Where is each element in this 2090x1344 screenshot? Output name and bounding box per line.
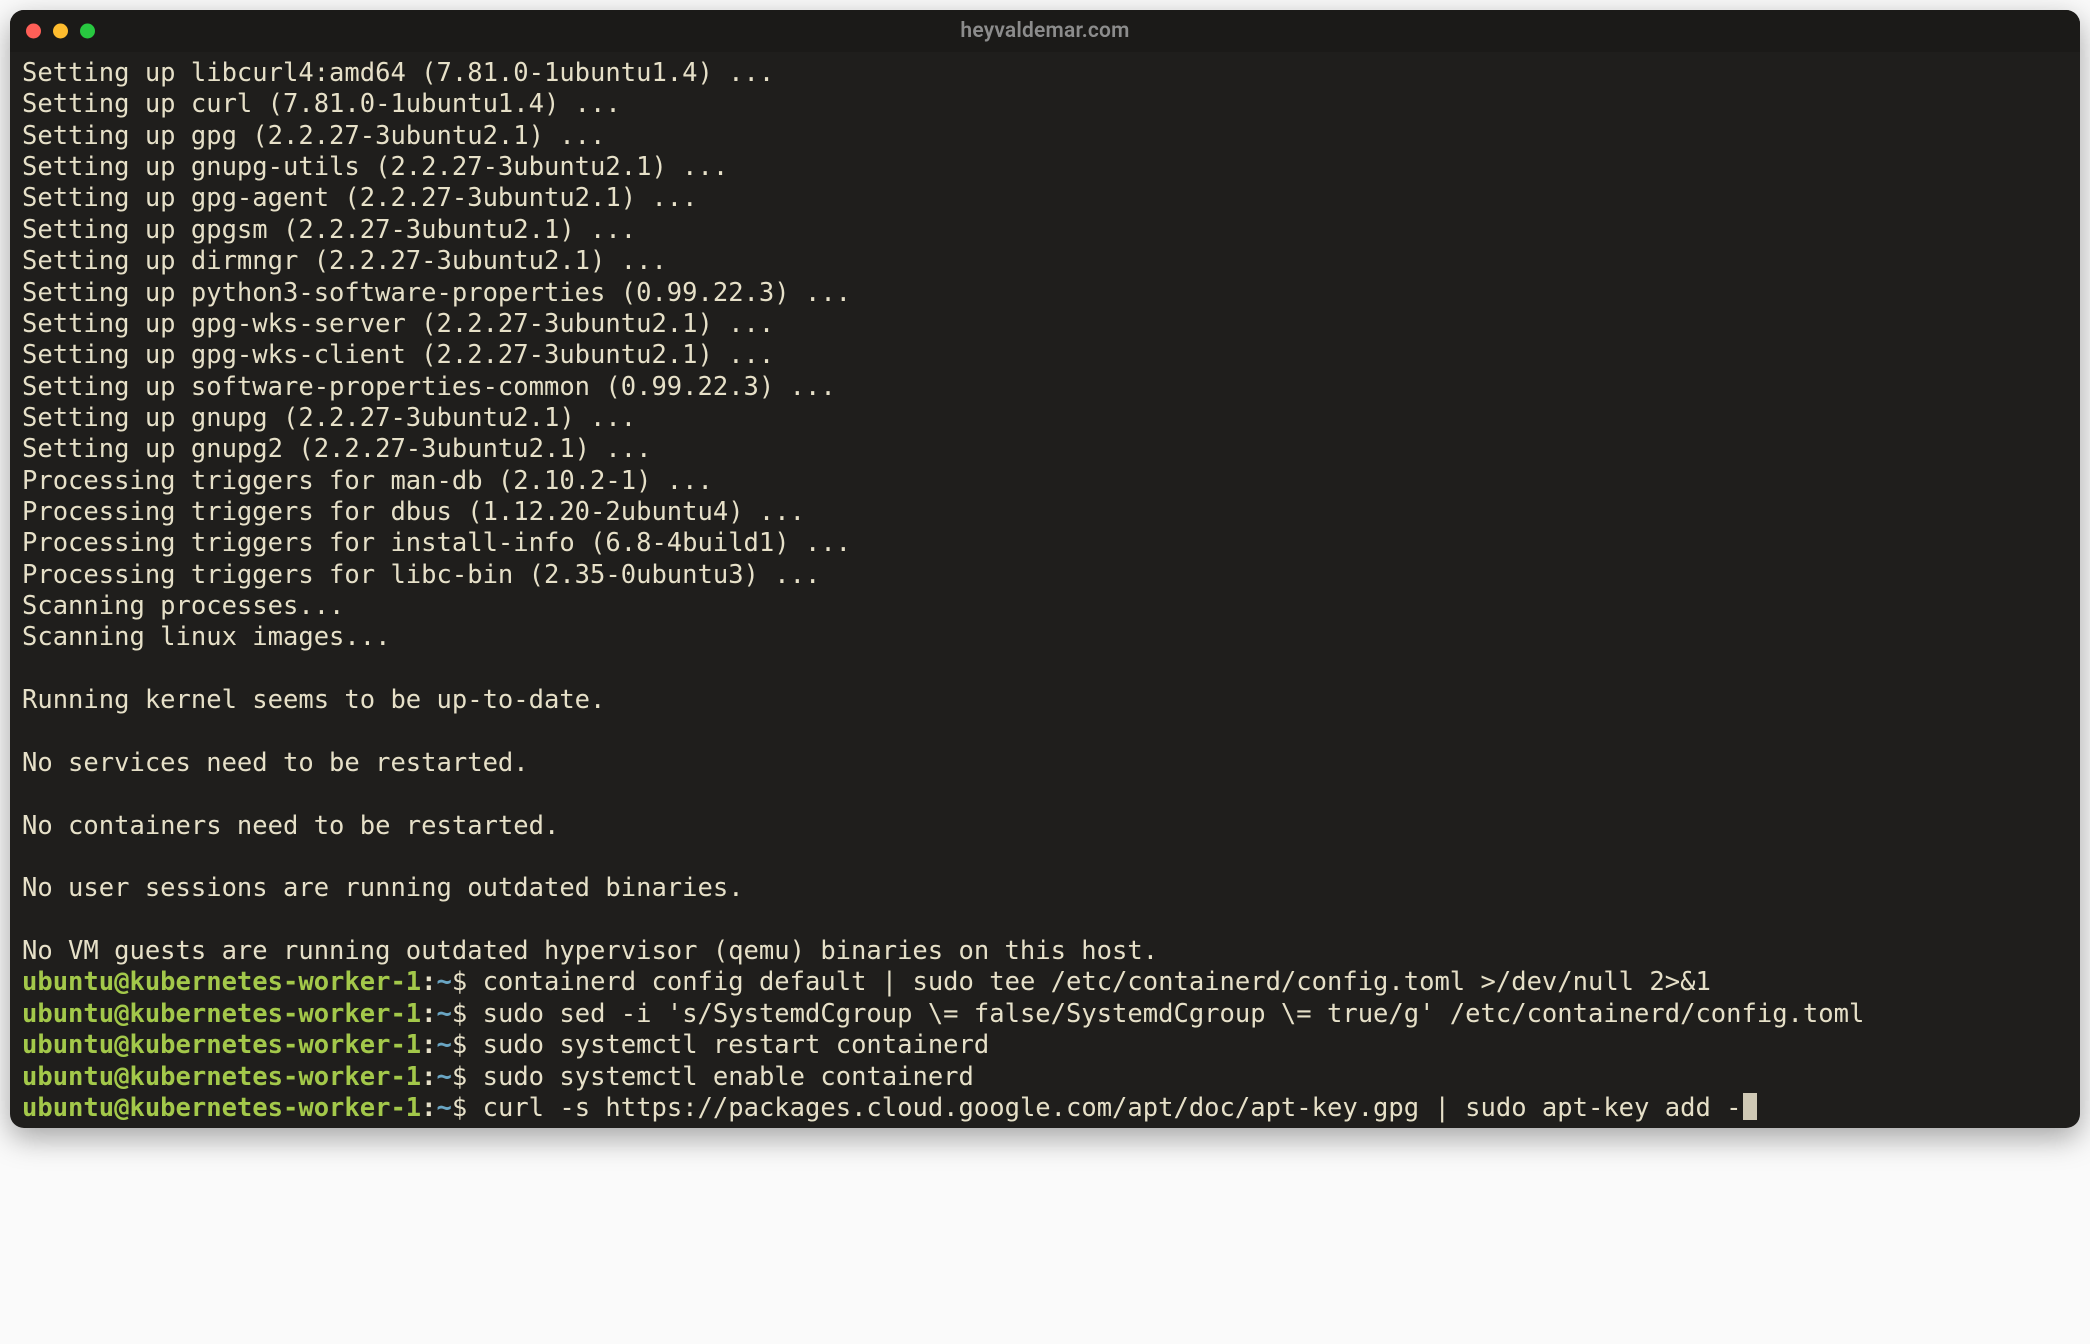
output-line: Setting up gpg-wks-server (2.2.27-3ubunt… <box>22 309 2068 340</box>
output-line: Setting up dirmngr (2.2.27-3ubuntu2.1) .… <box>22 246 2068 277</box>
prompt-colon: : <box>421 1062 436 1092</box>
output-line <box>22 717 2068 748</box>
prompt-path: ~ <box>437 1093 452 1123</box>
prompt-path: ~ <box>437 999 452 1029</box>
prompt-path: ~ <box>437 1030 452 1060</box>
output-line <box>22 654 2068 685</box>
command-text[interactable]: sudo sed -i 's/SystemdCgroup \= false/Sy… <box>483 999 1865 1029</box>
output-line: Scanning processes... <box>22 591 2068 622</box>
output-line: Setting up gpg (2.2.27-3ubuntu2.1) ... <box>22 121 2068 152</box>
prompt-line: ubuntu@kubernetes-worker-1:~$ sudo syste… <box>22 1062 2068 1093</box>
output-line: Setting up libcurl4:amd64 (7.81.0-1ubunt… <box>22 58 2068 89</box>
command-text[interactable]: curl -s https://packages.cloud.google.co… <box>483 1093 1742 1123</box>
prompt-colon: : <box>421 967 436 997</box>
command-text[interactable]: sudo systemctl enable containerd <box>483 1062 974 1092</box>
prompt-userhost: ubuntu@kubernetes-worker-1 <box>22 1093 421 1123</box>
command-text[interactable]: sudo systemctl restart containerd <box>483 1030 990 1060</box>
prompt-userhost: ubuntu@kubernetes-worker-1 <box>22 967 421 997</box>
cursor-block <box>1743 1093 1757 1120</box>
prompt-line: ubuntu@kubernetes-worker-1:~$ sudo syste… <box>22 1030 2068 1061</box>
prompt-line: ubuntu@kubernetes-worker-1:~$ containerd… <box>22 967 2068 998</box>
prompt-dollar: $ <box>452 1030 483 1060</box>
output-line: Scanning linux images... <box>22 622 2068 653</box>
traffic-lights <box>26 24 95 39</box>
output-line: Processing triggers for install-info (6.… <box>22 528 2068 559</box>
prompt-line: ubuntu@kubernetes-worker-1:~$ curl -s ht… <box>22 1093 2068 1124</box>
output-line: Processing triggers for man-db (2.10.2-1… <box>22 466 2068 497</box>
output-line <box>22 842 2068 873</box>
output-line: Setting up gnupg2 (2.2.27-3ubuntu2.1) ..… <box>22 434 2068 465</box>
output-line: Running kernel seems to be up-to-date. <box>22 685 2068 716</box>
prompt-userhost: ubuntu@kubernetes-worker-1 <box>22 1030 421 1060</box>
output-line: Setting up gnupg-utils (2.2.27-3ubuntu2.… <box>22 152 2068 183</box>
output-line: Setting up gpg-wks-client (2.2.27-3ubunt… <box>22 340 2068 371</box>
output-line: Setting up curl (7.81.0-1ubuntu1.4) ... <box>22 89 2068 120</box>
prompt-colon: : <box>421 999 436 1029</box>
output-line: No user sessions are running outdated bi… <box>22 873 2068 904</box>
zoom-icon[interactable] <box>80 24 95 39</box>
prompt-dollar: $ <box>452 1062 483 1092</box>
output-line: Setting up gpgsm (2.2.27-3ubuntu2.1) ... <box>22 215 2068 246</box>
prompt-dollar: $ <box>452 999 483 1029</box>
prompt-dollar: $ <box>452 967 483 997</box>
prompt-userhost: ubuntu@kubernetes-worker-1 <box>22 999 421 1029</box>
command-text[interactable]: containerd config default | sudo tee /et… <box>483 967 1711 997</box>
prompt-path: ~ <box>437 1062 452 1092</box>
output-line: Setting up software-properties-common (0… <box>22 372 2068 403</box>
window-title: heyvaldemar.com <box>960 19 1129 43</box>
output-line: No containers need to be restarted. <box>22 811 2068 842</box>
output-line: Setting up python3-software-properties (… <box>22 278 2068 309</box>
prompt-userhost: ubuntu@kubernetes-worker-1 <box>22 1062 421 1092</box>
prompt-path: ~ <box>437 967 452 997</box>
prompt-colon: : <box>421 1093 436 1123</box>
titlebar[interactable]: heyvaldemar.com <box>10 10 2080 52</box>
output-line: Setting up gpg-agent (2.2.27-3ubuntu2.1)… <box>22 183 2068 214</box>
terminal-body[interactable]: Setting up libcurl4:amd64 (7.81.0-1ubunt… <box>10 52 2080 1128</box>
prompt-line: ubuntu@kubernetes-worker-1:~$ sudo sed -… <box>22 999 2068 1030</box>
terminal-window: heyvaldemar.com Setting up libcurl4:amd6… <box>10 10 2080 1128</box>
prompt-dollar: $ <box>452 1093 483 1123</box>
output-line: No services need to be restarted. <box>22 748 2068 779</box>
close-icon[interactable] <box>26 24 41 39</box>
prompt-colon: : <box>421 1030 436 1060</box>
output-line: Setting up gnupg (2.2.27-3ubuntu2.1) ... <box>22 403 2068 434</box>
output-line <box>22 779 2068 810</box>
output-line <box>22 905 2068 936</box>
output-line: Processing triggers for libc-bin (2.35-0… <box>22 560 2068 591</box>
output-line: Processing triggers for dbus (1.12.20-2u… <box>22 497 2068 528</box>
output-line: No VM guests are running outdated hyperv… <box>22 936 2068 967</box>
minimize-icon[interactable] <box>53 24 68 39</box>
